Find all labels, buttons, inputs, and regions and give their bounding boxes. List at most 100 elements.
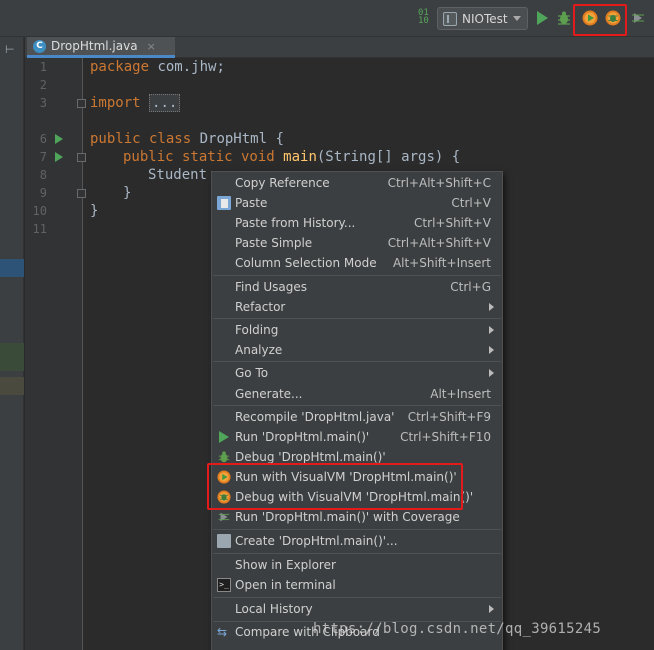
code-line: Student bbox=[148, 167, 208, 183]
code-text: com.jhw; bbox=[149, 59, 225, 75]
menu-item-label: Run 'DropHtml.main()' bbox=[235, 430, 370, 444]
editor-tab-bar: C DropHtml.java × bbox=[25, 37, 654, 58]
menu-item-shortcut: Ctrl+Alt+Shift+C bbox=[387, 176, 491, 190]
code-line: } bbox=[123, 185, 132, 201]
menu-item-label: Analyze bbox=[235, 343, 283, 357]
line-number: 11 bbox=[32, 222, 47, 236]
menu-item-analyze[interactable]: Analyze bbox=[212, 340, 502, 360]
left-tool-strip: ⊢ bbox=[0, 37, 24, 650]
menu-item-shortcut: Alt+Shift+Insert bbox=[392, 256, 491, 270]
menu-item-shortcut: Ctrl+Shift+F9 bbox=[407, 410, 491, 424]
editor-context-menu: Copy Reference Ctrl+Alt+Shift+C Paste Ctrl… bbox=[211, 171, 503, 650]
application-config-icon bbox=[443, 11, 457, 26]
menu-item-create-config[interactable]: Create 'DropHtml.main()'... bbox=[212, 531, 502, 551]
line-number: 6 bbox=[39, 132, 47, 146]
menu-item-label: Folding bbox=[235, 323, 279, 337]
run-configuration-selector[interactable]: NIOTest bbox=[437, 7, 528, 30]
menu-item-shortcut: Ctrl+Alt+Shift+V bbox=[387, 236, 491, 250]
keyword: public static void bbox=[123, 149, 275, 165]
menu-item-label: Open in terminal bbox=[235, 578, 336, 592]
menu-item-run-main[interactable]: Run 'DropHtml.main()' Ctrl+Shift+F10 bbox=[212, 427, 502, 447]
keyword: import bbox=[90, 95, 141, 111]
menu-item-column-selection-mode[interactable]: Column Selection Mode Alt+Shift+Insert bbox=[212, 253, 502, 273]
menu-separator bbox=[213, 318, 501, 319]
menu-item-label: Debug 'DropHtml.main()' bbox=[235, 450, 386, 464]
run-icon[interactable] bbox=[537, 11, 548, 25]
menu-item-label: Local History bbox=[235, 602, 313, 616]
run-gutter-icon[interactable] bbox=[55, 134, 63, 144]
line-number: 1 bbox=[39, 60, 47, 74]
menu-item-find-usages[interactable]: Find Usages Ctrl+G bbox=[212, 277, 502, 297]
run-icon bbox=[219, 431, 229, 443]
change-band bbox=[0, 377, 24, 395]
menu-item-open-in-terminal[interactable]: >_ Open in terminal bbox=[212, 575, 502, 595]
run-configuration-label: NIOTest bbox=[462, 11, 508, 26]
code-line: public static void main(String[] args) { bbox=[123, 148, 460, 166]
line-number: 10 bbox=[32, 204, 47, 218]
coverage-icon bbox=[218, 512, 230, 522]
menu-item-paste[interactable]: Paste Ctrl+V bbox=[212, 193, 502, 213]
paste-icon bbox=[217, 196, 231, 210]
fold-icon[interactable] bbox=[77, 153, 86, 162]
keyword: public class bbox=[90, 131, 192, 147]
code-line: } bbox=[90, 203, 99, 219]
menu-separator bbox=[213, 275, 501, 276]
menu-item-shortcut: Ctrl+Shift+F10 bbox=[400, 430, 491, 444]
terminal-icon: >_ bbox=[217, 578, 231, 592]
menu-item-paste-simple[interactable]: Paste Simple Ctrl+Alt+Shift+V bbox=[212, 233, 502, 253]
line-number: 2 bbox=[39, 78, 47, 92]
line-number: 8 bbox=[39, 168, 47, 182]
menu-item-local-history[interactable]: Local History bbox=[212, 599, 502, 619]
code-line: import ... bbox=[90, 94, 181, 112]
fold-icon[interactable] bbox=[77, 189, 86, 198]
code-line: package com.jhw; bbox=[90, 58, 225, 76]
menu-item-label: Show in Explorer bbox=[235, 558, 336, 572]
chevron-down-icon bbox=[513, 16, 521, 21]
menu-item-recompile[interactable]: Recompile 'DropHtml.java' Ctrl+Shift+F9 bbox=[212, 407, 502, 427]
line-number: 7 bbox=[39, 150, 47, 164]
menu-item-run-with-coverage[interactable]: Run 'DropHtml.main()' with Coverage bbox=[212, 507, 502, 527]
menu-item-paste-from-history[interactable]: Paste from History... Ctrl+Shift+V bbox=[212, 213, 502, 233]
debug-icon bbox=[218, 451, 230, 463]
pin-icon[interactable]: ⊢ bbox=[5, 43, 15, 56]
run-gutter-icon[interactable] bbox=[55, 152, 63, 162]
menu-separator bbox=[213, 405, 501, 406]
menu-item-generate[interactable]: Generate... Alt+Insert bbox=[212, 384, 502, 404]
submenu-arrow-icon bbox=[489, 346, 494, 354]
menu-item-label: Recompile 'DropHtml.java' bbox=[235, 410, 395, 424]
visualvm-toolbar-highlight bbox=[573, 4, 627, 36]
submenu-arrow-icon bbox=[489, 369, 494, 377]
build-icon[interactable]: 01 10 bbox=[418, 9, 432, 27]
code-text: (String[] args) { bbox=[316, 149, 461, 165]
menu-separator bbox=[213, 361, 501, 362]
selected-band bbox=[0, 259, 24, 277]
code-line: public class DropHtml { bbox=[90, 130, 284, 148]
editor-gutter: 1 2 3 6 7 8 9 10 11 bbox=[25, 58, 86, 650]
menu-item-folding[interactable]: Folding bbox=[212, 320, 502, 340]
submenu-arrow-icon bbox=[489, 303, 494, 311]
menu-item-label: Column Selection Mode bbox=[235, 256, 377, 270]
keyword: package bbox=[90, 59, 150, 75]
profile-icon[interactable] bbox=[630, 10, 646, 26]
debug-icon[interactable] bbox=[556, 10, 572, 26]
menu-item-shortcut: Alt+Insert bbox=[430, 387, 491, 401]
menu-item-label: Paste Simple bbox=[235, 236, 313, 250]
folded-imports[interactable]: ... bbox=[149, 94, 181, 112]
visualvm-menu-highlight bbox=[207, 463, 463, 510]
main-toolbar: 01 10 NIOTest bbox=[0, 0, 654, 37]
watermark: https://blog.csdn.net/qq_39615245 bbox=[313, 621, 602, 637]
submenu-arrow-icon bbox=[489, 326, 494, 334]
fold-icon[interactable] bbox=[77, 99, 86, 108]
menu-item-show-in-explorer[interactable]: Show in Explorer bbox=[212, 555, 502, 575]
menu-item-refactor[interactable]: Refactor bbox=[212, 297, 502, 317]
tab-drophtml-java[interactable]: C DropHtml.java × bbox=[27, 37, 175, 58]
menu-item-label: Refactor bbox=[235, 300, 286, 314]
create-config-icon bbox=[217, 534, 231, 548]
close-icon[interactable]: × bbox=[147, 40, 156, 53]
code-text: DropHtml { bbox=[191, 131, 284, 147]
menu-item-shortcut: Ctrl+G bbox=[450, 280, 491, 294]
menu-item-copy-reference[interactable]: Copy Reference Ctrl+Alt+Shift+C bbox=[212, 173, 502, 193]
menu-item-shortcut: Ctrl+Shift+V bbox=[414, 216, 491, 230]
menu-item-go-to[interactable]: Go To bbox=[212, 363, 502, 383]
tab-label: DropHtml.java bbox=[51, 39, 138, 53]
